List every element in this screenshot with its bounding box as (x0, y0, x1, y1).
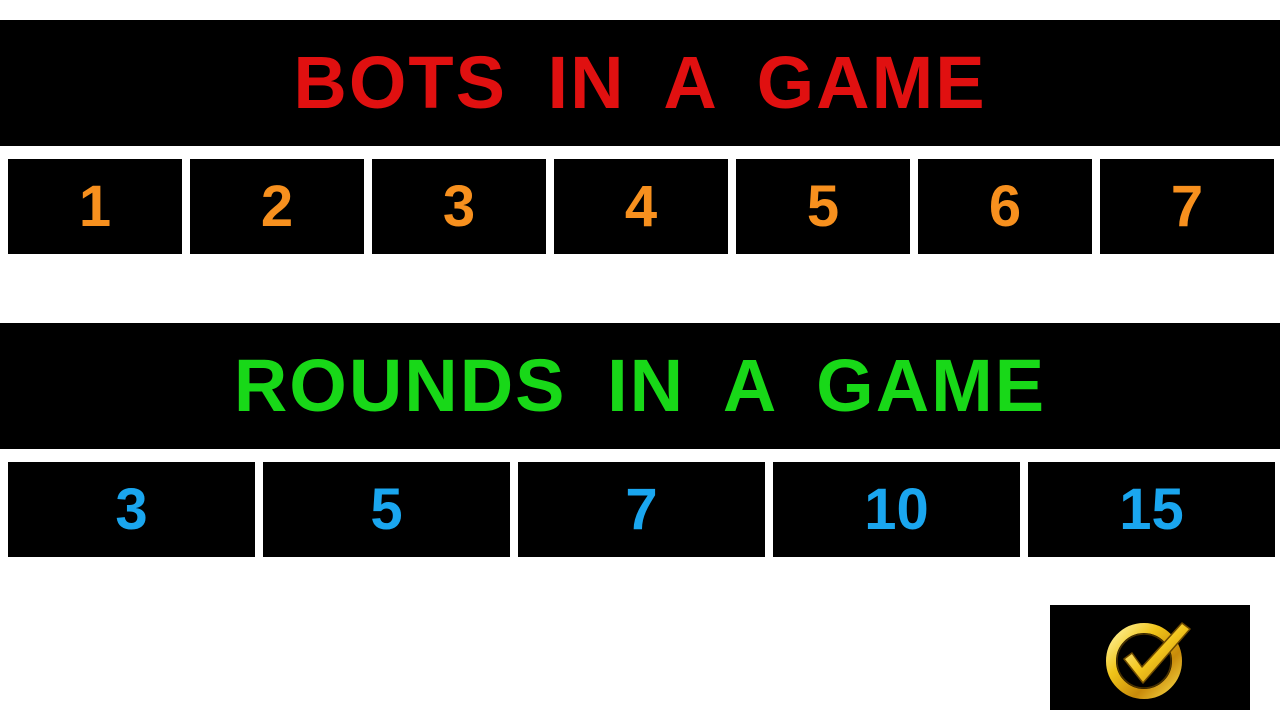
rounds-option-label: 3 (115, 476, 148, 542)
bots-title: BOTS IN A GAME (293, 41, 987, 124)
rounds-option-label: 15 (1119, 476, 1184, 542)
bots-options: 1 2 3 4 5 6 7 (8, 159, 1274, 254)
bots-option-label: 1 (78, 173, 112, 239)
bots-option-label: 7 (1170, 173, 1204, 239)
bots-option-6[interactable]: 6 (918, 159, 1092, 254)
bots-header: BOTS IN A GAME (0, 20, 1280, 146)
bots-option-label: 2 (260, 173, 294, 239)
bots-option-label: 6 (988, 173, 1022, 239)
rounds-header: ROUNDS IN A GAME (0, 323, 1280, 449)
rounds-option-7[interactable]: 7 (518, 462, 765, 557)
rounds-option-15[interactable]: 15 (1028, 462, 1275, 557)
bots-option-label: 3 (442, 173, 476, 239)
rounds-title: ROUNDS IN A GAME (233, 344, 1047, 427)
confirm-button[interactable] (1050, 605, 1250, 710)
bots-option-1[interactable]: 1 (8, 159, 182, 254)
bots-option-5[interactable]: 5 (736, 159, 910, 254)
rounds-option-3[interactable]: 3 (8, 462, 255, 557)
rounds-option-label: 7 (625, 476, 658, 542)
rounds-option-5[interactable]: 5 (263, 462, 510, 557)
rounds-option-label: 5 (370, 476, 403, 542)
bots-option-2[interactable]: 2 (190, 159, 364, 254)
rounds-options: 3 5 7 10 15 (8, 462, 1275, 557)
bots-option-3[interactable]: 3 (372, 159, 546, 254)
gold-checkmark-icon (1106, 621, 1191, 699)
bots-option-4[interactable]: 4 (554, 159, 728, 254)
bots-option-7[interactable]: 7 (1100, 159, 1274, 254)
bots-option-label: 4 (624, 173, 658, 239)
rounds-option-label: 10 (864, 476, 929, 542)
bots-option-label: 5 (806, 173, 840, 239)
rounds-option-10[interactable]: 10 (773, 462, 1020, 557)
